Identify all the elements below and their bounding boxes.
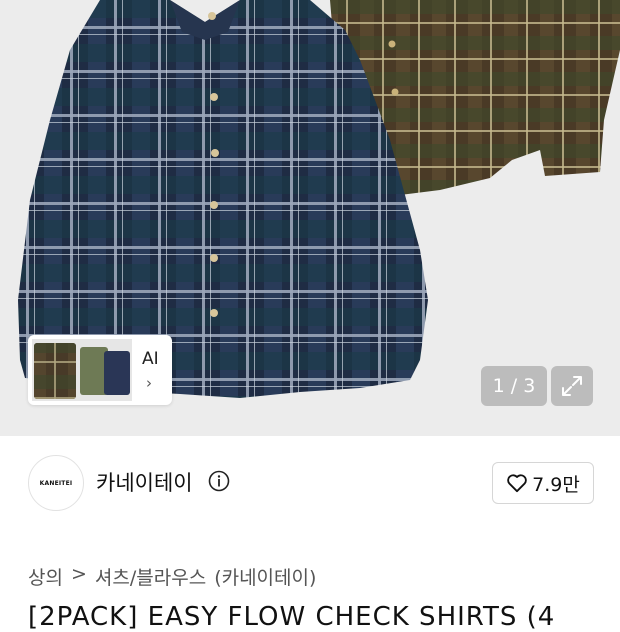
product-title: [2PACK] EASY FLOW CHECK SHIRTS (4 bbox=[28, 602, 556, 632]
expand-button[interactable] bbox=[551, 366, 593, 406]
breadcrumb-item-brand[interactable]: (카네이테이) bbox=[214, 563, 316, 590]
brand-logo[interactable]: KANEITEI bbox=[28, 455, 84, 511]
breadcrumb-item-shirts[interactable]: 셔츠/블라우스 bbox=[95, 563, 206, 590]
product-image-gallery[interactable]: AI › 1 / 3 bbox=[0, 0, 620, 436]
brand-name[interactable]: 카네이테이 bbox=[96, 467, 193, 497]
heart-icon bbox=[507, 474, 527, 493]
image-pager: 1 / 3 bbox=[481, 366, 547, 406]
chevron-right-icon: › bbox=[146, 374, 152, 392]
ai-label: AI bbox=[142, 349, 159, 369]
breadcrumb-item-tops[interactable]: 상의 bbox=[28, 563, 63, 590]
ai-recommendation-card[interactable]: AI › bbox=[28, 335, 172, 405]
brand-row: KANEITEI 카네이테이 7.9만 bbox=[0, 436, 620, 526]
breadcrumb-separator: > bbox=[70, 563, 87, 585]
like-button[interactable]: 7.9만 bbox=[492, 462, 594, 504]
breadcrumb: 상의 > 셔츠/블라우스 (카네이테이) bbox=[28, 563, 316, 590]
info-icon[interactable] bbox=[208, 470, 230, 492]
like-count: 7.9만 bbox=[532, 473, 580, 496]
brand-logo-text: KANEITEI bbox=[39, 479, 73, 487]
expand-icon bbox=[562, 376, 582, 396]
thumbnail-image bbox=[32, 339, 132, 401]
